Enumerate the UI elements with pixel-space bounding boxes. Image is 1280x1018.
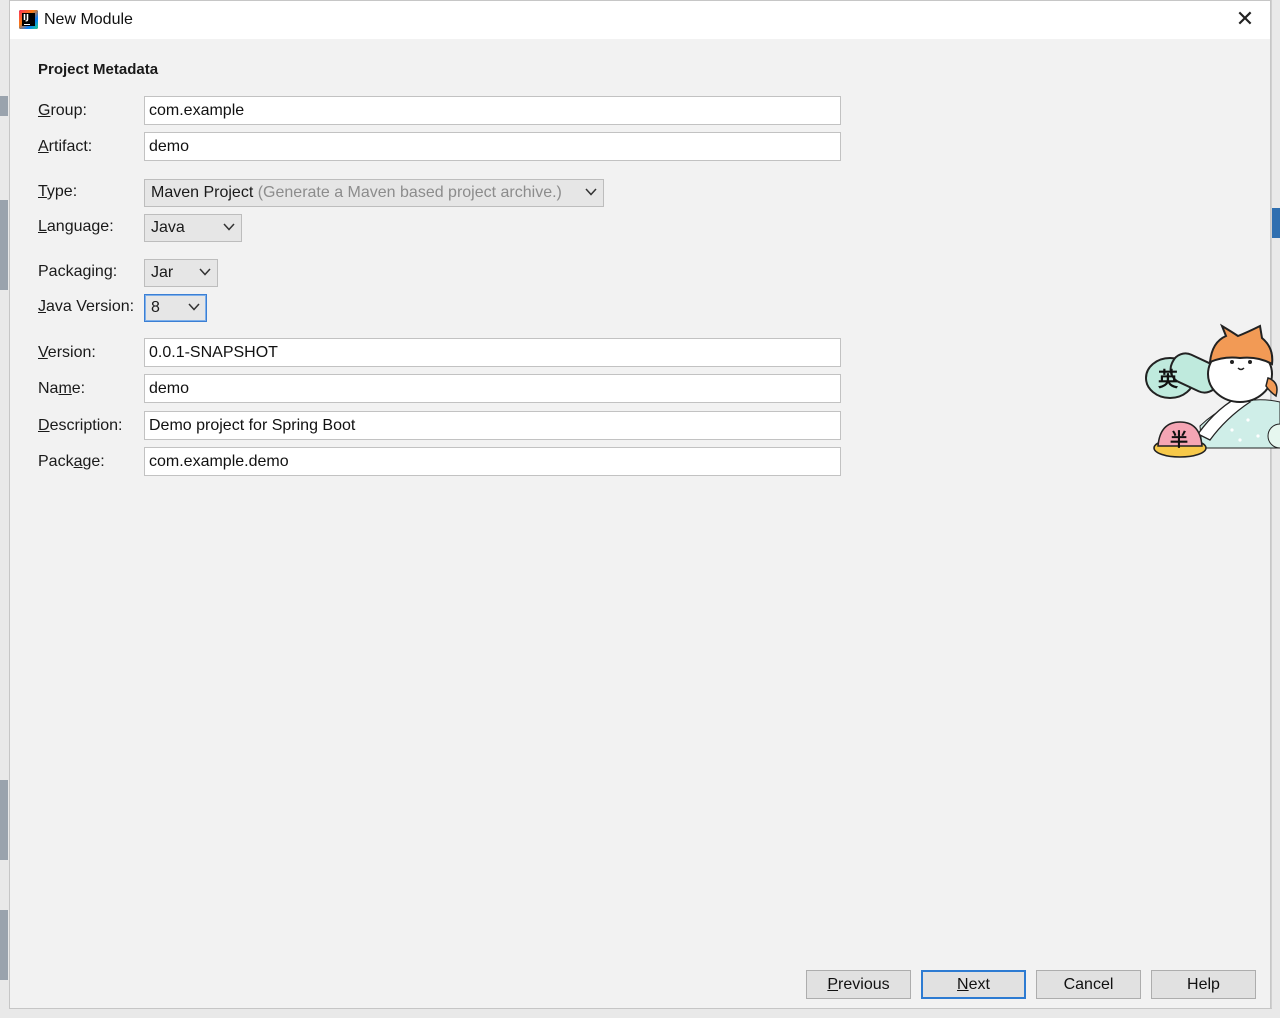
background-ide-marker — [0, 910, 8, 980]
packaging-value: Jar — [151, 264, 174, 281]
background-ide-marker — [0, 780, 8, 860]
version-label: Version: — [38, 344, 96, 361]
type-dropdown[interactable]: Maven Project (Generate a Maven based pr… — [144, 179, 604, 207]
language-value: Java — [151, 219, 185, 236]
group-field[interactable]: com.example — [144, 96, 841, 125]
chevron-down-icon — [199, 268, 211, 276]
java-version-label: Java Version: — [38, 298, 135, 315]
help-button[interactable]: Help — [1151, 970, 1256, 999]
package-label: Package: — [38, 453, 105, 470]
intellij-idea-icon: IJ — [19, 10, 38, 29]
language-label: Language: — [38, 218, 114, 235]
artifact-label: Artifact: — [38, 138, 93, 155]
chevron-down-icon — [188, 303, 200, 311]
language-dropdown[interactable]: Java — [144, 214, 242, 242]
java-version-value: 8 — [151, 299, 160, 316]
new-module-dialog: IJ New Module ✕ Project Metadata Group: … — [9, 0, 1271, 1009]
title-bar: IJ New Module ✕ — [10, 1, 1270, 39]
package-field[interactable]: com.example.demo — [144, 447, 841, 476]
packaging-dropdown[interactable]: Jar — [144, 259, 218, 287]
section-title: Project Metadata — [38, 61, 159, 78]
close-icon[interactable]: ✕ — [1230, 5, 1260, 35]
name-field[interactable]: demo — [144, 374, 841, 403]
badge-bottom-text: 半 — [1170, 429, 1188, 451]
type-label: Type: — [38, 183, 78, 200]
type-hint: (Generate a Maven based project archive.… — [257, 184, 562, 201]
description-label: Description: — [38, 417, 123, 434]
background-ide-marker — [0, 200, 8, 290]
group-label: Group: — [38, 102, 87, 119]
name-label: Name: — [38, 380, 86, 397]
type-value: Maven Project — [151, 184, 254, 201]
previous-button[interactable]: Previous — [806, 970, 911, 999]
chevron-down-icon — [223, 223, 235, 231]
next-button[interactable]: Next — [921, 970, 1026, 999]
cancel-button[interactable]: Cancel — [1036, 970, 1141, 999]
window-title: New Module — [44, 11, 133, 28]
ime-cat-sticker: 英 半 — [1145, 323, 1280, 458]
packaging-label: Packaging: — [38, 263, 118, 280]
background-ide-right-edge — [1271, 0, 1280, 1018]
chevron-down-icon — [585, 188, 597, 196]
version-field[interactable]: 0.0.1-SNAPSHOT — [144, 338, 841, 367]
background-ide-bottom-edge — [9, 1008, 1272, 1018]
artifact-field[interactable]: demo — [144, 132, 841, 161]
java-version-dropdown[interactable]: 8 — [144, 294, 207, 322]
description-field[interactable]: Demo project for Spring Boot — [144, 411, 841, 440]
background-ide-marker — [1272, 208, 1280, 238]
badge-top-text: 英 — [1158, 367, 1179, 391]
background-ide-marker — [0, 96, 8, 116]
